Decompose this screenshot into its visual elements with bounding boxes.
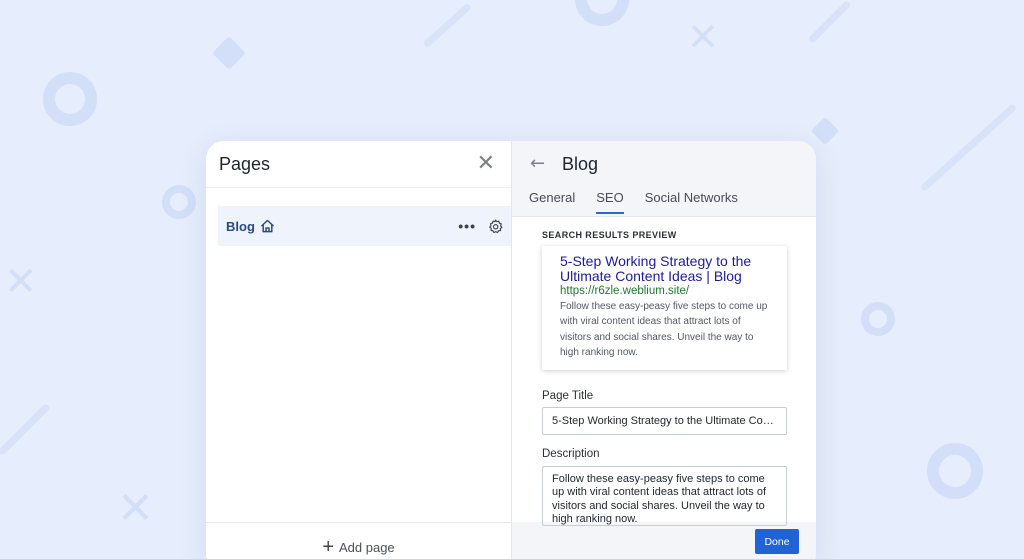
- page-settings-title: Blog: [562, 154, 599, 174]
- done-button[interactable]: Done: [755, 529, 799, 554]
- preview-description: Follow these easy-peasy five steps to co…: [560, 301, 768, 358]
- page-title-input[interactable]: 5-Step Working Strategy to the Ultimate …: [542, 407, 787, 435]
- home-icon: [260, 219, 275, 233]
- back-arrow-icon[interactable]: ←: [530, 153, 545, 174]
- tab-seo[interactable]: SEO: [596, 190, 624, 214]
- search-preview-card: 5-Step Working Strategy to the Ultimate …: [542, 246, 787, 370]
- page-item-name: Blog: [226, 218, 255, 234]
- page-title-label: Page Title: [542, 390, 594, 402]
- pages-list-panel: Pages ✕ Blog ••• + Add page: [206, 141, 512, 559]
- decor-diamond: [212, 36, 246, 70]
- tab-general[interactable]: General: [529, 190, 575, 214]
- decor-x: ✕: [687, 15, 719, 59]
- close-icon[interactable]: ✕: [477, 153, 495, 175]
- decor-x: ✕: [117, 483, 154, 534]
- description-label: Description: [542, 448, 600, 460]
- decor-ring: [861, 302, 895, 336]
- decor-ring: [43, 72, 97, 126]
- description-textarea[interactable]: Follow these easy-peasy five steps to co…: [542, 466, 787, 526]
- decor-line: [807, 0, 852, 44]
- pages-settings-panel: Pages ✕ Blog ••• + Add page ← Blog Gener…: [206, 141, 816, 559]
- decor-line: [422, 2, 472, 49]
- page-item-blog[interactable]: Blog •••: [218, 206, 511, 246]
- decor-ring: [927, 443, 983, 499]
- decor-line: [0, 402, 51, 456]
- decor-ring: [162, 185, 196, 219]
- more-icon[interactable]: •••: [458, 218, 476, 234]
- seo-settings: SEARCH RESULTS PREVIEW 5-Step Working St…: [512, 217, 816, 526]
- add-page-button[interactable]: + Add page: [206, 522, 511, 559]
- page-settings-header: ← Blog General SEO Social Networks: [512, 141, 816, 217]
- search-preview-label: SEARCH RESULTS PREVIEW: [542, 230, 677, 240]
- pages-title: Pages: [219, 153, 271, 174]
- page-settings-panel: ← Blog General SEO Social Networks SEARC…: [512, 141, 816, 559]
- tab-social-networks[interactable]: Social Networks: [645, 190, 738, 214]
- preview-title: 5-Step Working Strategy to the Ultimate …: [560, 253, 752, 284]
- decor-ring: [575, 0, 629, 26]
- add-page-label: Add page: [339, 539, 395, 555]
- plus-icon: +: [322, 536, 334, 558]
- decor-line: [919, 103, 1018, 193]
- preview-url: https://r6zle.weblium.site/: [560, 285, 690, 297]
- settings-tabs: General SEO Social Networks: [529, 190, 759, 214]
- gear-icon[interactable]: [488, 219, 503, 234]
- decor-x: ✕: [4, 259, 38, 305]
- pages-header: Pages ✕: [206, 141, 511, 188]
